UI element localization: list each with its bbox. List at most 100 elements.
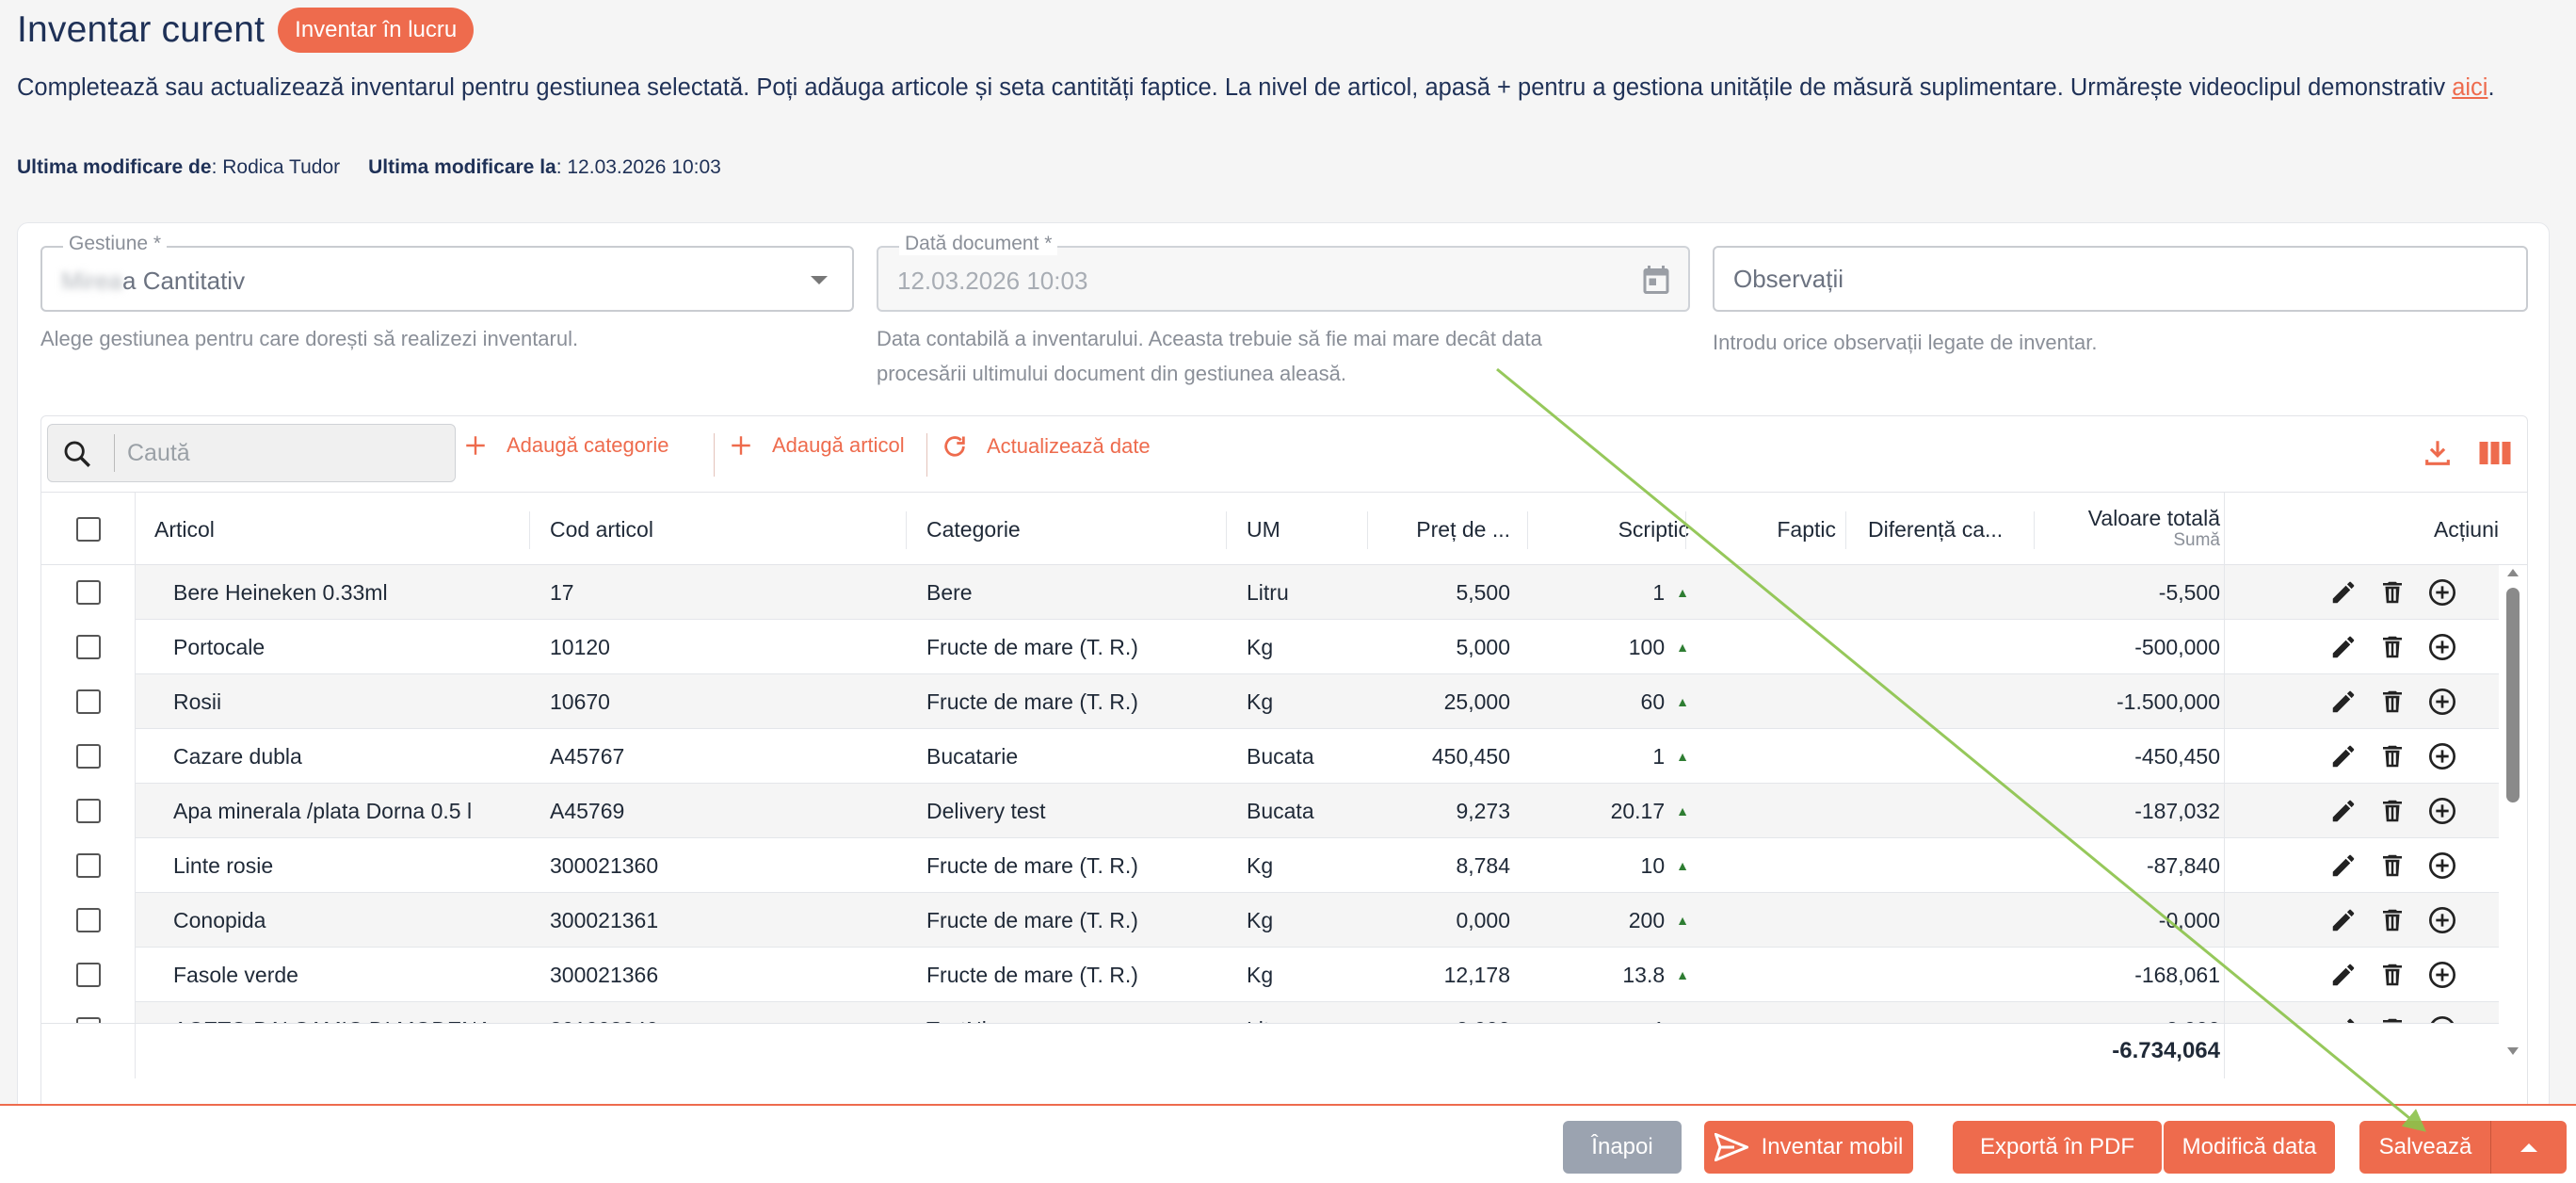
table-row[interactable]: Rosii 10670 Fructe de mare (T. R.) Kg 25,000…	[41, 674, 2499, 729]
column-separator[interactable]	[529, 511, 530, 549]
page-header: Inventar curent Inventar în lucru	[17, 8, 475, 53]
table-row[interactable]: Fasole verde 300021366 Fructe de mare (T. …	[41, 948, 2499, 1002]
edit-icon[interactable]	[2329, 688, 2358, 716]
gestiune-value: Mireaa Cantitativ	[61, 267, 245, 296]
cell-scriptic: 200 ▲	[1538, 893, 1689, 948]
table-row[interactable]: ACETO BALSAMIC DI MODENA 301903240 TestNi L…	[41, 1002, 2499, 1023]
add-circle-icon[interactable]	[2427, 577, 2457, 608]
add-circle-icon[interactable]	[2427, 960, 2457, 990]
save-options-button[interactable]	[2491, 1121, 2567, 1174]
scroll-thumb[interactable]	[2506, 588, 2520, 802]
export-pdf-button[interactable]: Exportă în PDF	[1953, 1121, 2162, 1174]
add-article-button[interactable]: Adaugă articol	[729, 433, 905, 458]
column-separator[interactable]	[906, 511, 907, 549]
vertical-scrollbar[interactable]	[2503, 565, 2523, 1064]
delete-icon[interactable]	[2378, 797, 2407, 825]
header-pret[interactable]: Preț de ...	[1378, 493, 1510, 566]
scroll-down-arrow[interactable]	[2507, 1047, 2519, 1055]
select-all-checkbox[interactable]	[75, 517, 101, 542]
cell-faptic[interactable]	[1699, 620, 1836, 674]
add-circle-icon[interactable]	[2427, 796, 2457, 826]
header-diferenta[interactable]: Diferență ca...	[1868, 493, 2037, 566]
edit-icon[interactable]	[2329, 633, 2358, 661]
column-separator[interactable]	[1367, 511, 1368, 549]
column-separator[interactable]	[1527, 511, 1528, 549]
add-circle-icon[interactable]	[2427, 687, 2457, 717]
column-separator[interactable]	[1685, 511, 1686, 549]
row-checkbox[interactable]	[75, 853, 101, 878]
edit-icon[interactable]	[2329, 851, 2358, 880]
row-checkbox[interactable]	[75, 799, 101, 823]
document-date-field[interactable]: Dată document * 12.03.2026 10:03	[877, 233, 1690, 312]
row-checkbox[interactable]	[75, 744, 101, 769]
row-checkbox[interactable]	[75, 580, 101, 605]
add-circle-icon[interactable]	[2427, 741, 2457, 771]
add-circle-icon[interactable]	[2427, 905, 2457, 935]
save-button[interactable]: Salvează	[2359, 1121, 2491, 1174]
calendar-icon[interactable]	[1639, 263, 1673, 297]
delete-icon[interactable]	[2378, 742, 2407, 770]
document-date-label: Dată document *	[899, 233, 1058, 255]
delete-icon[interactable]	[2378, 1015, 2407, 1023]
gestiune-select[interactable]: Gestiune * Mireaa Cantitativ	[40, 233, 854, 312]
header-scriptic[interactable]: Scriptic	[1538, 493, 1689, 566]
edit-icon[interactable]	[2329, 961, 2358, 989]
table-row[interactable]: Bere Heineken 0.33ml 17 Bere Litru 5,500 1 ▲ -5…	[41, 565, 2499, 620]
refresh-data-button[interactable]: Actualizează date	[942, 433, 1151, 460]
header-valoare-totala[interactable]: Valoare totală Sumă	[2047, 493, 2220, 566]
edit-icon[interactable]	[2329, 578, 2358, 607]
edit-icon[interactable]	[2329, 797, 2358, 825]
cell-faptic[interactable]	[1699, 784, 1836, 838]
modify-date-button[interactable]: Modifică data	[2164, 1121, 2335, 1174]
row-checkbox[interactable]	[75, 963, 101, 987]
edit-icon[interactable]	[2329, 1015, 2358, 1023]
row-checkbox[interactable]	[75, 635, 101, 659]
edit-icon[interactable]	[2329, 906, 2358, 934]
delete-icon[interactable]	[2378, 688, 2407, 716]
search-input[interactable]: Caută	[47, 424, 456, 482]
table-row[interactable]: Cazare dubla A45767 Bucatarie Bucata 450,450…	[41, 729, 2499, 784]
video-link[interactable]: aici	[2452, 74, 2487, 101]
column-separator[interactable]	[1845, 511, 1846, 549]
cell-faptic[interactable]	[1699, 565, 1836, 620]
mobile-inventory-button[interactable]: Inventar mobil	[1704, 1121, 1913, 1174]
column-separator[interactable]	[1226, 511, 1227, 549]
delete-icon[interactable]	[2378, 961, 2407, 989]
columns-icon[interactable]	[2478, 439, 2512, 467]
add-category-button[interactable]: Adaugă categorie	[463, 433, 668, 458]
back-button[interactable]: Înapoi	[1563, 1121, 1682, 1174]
scroll-up-arrow[interactable]	[2507, 569, 2519, 576]
cell-categorie: TestNi	[926, 1002, 1218, 1024]
header-um[interactable]: UM	[1247, 493, 1360, 566]
delete-icon[interactable]	[2378, 906, 2407, 934]
add-circle-icon[interactable]	[2427, 851, 2457, 881]
header-faptic[interactable]: Faptic	[1699, 493, 1836, 566]
edit-icon[interactable]	[2329, 742, 2358, 770]
column-separator[interactable]	[2034, 511, 2035, 549]
cell-faptic[interactable]	[1699, 674, 1836, 729]
cell-faptic[interactable]	[1699, 729, 1836, 784]
header-categorie[interactable]: Categorie	[926, 493, 1228, 566]
cell-pret: 0,000	[1456, 907, 1510, 932]
row-checkbox[interactable]	[75, 908, 101, 932]
cell-faptic[interactable]	[1699, 838, 1836, 893]
add-circle-icon[interactable]	[2427, 1014, 2457, 1023]
cell-faptic[interactable]	[1699, 1002, 1836, 1023]
cell-faptic[interactable]	[1699, 893, 1836, 948]
chevron-down-icon[interactable]	[811, 276, 828, 284]
delete-icon[interactable]	[2378, 578, 2407, 607]
table-row[interactable]: Apa minerala /plata Dorna 0.5 l A45769 Del…	[41, 784, 2499, 838]
header-cod-articol[interactable]: Cod articol	[550, 493, 908, 566]
cell-diferenta	[1868, 674, 2034, 729]
add-circle-icon[interactable]	[2427, 632, 2457, 662]
cell-faptic[interactable]	[1699, 948, 1836, 1002]
observatii-input[interactable]: Observații	[1713, 246, 2528, 312]
delete-icon[interactable]	[2378, 851, 2407, 880]
download-icon[interactable]	[2422, 437, 2454, 469]
header-articol[interactable]: Articol	[154, 493, 418, 566]
table-row[interactable]: Portocale 10120 Fructe de mare (T. R.) Kg 5,…	[41, 620, 2499, 674]
table-row[interactable]: Conopida 300021361 Fructe de mare (T. R.) K…	[41, 893, 2499, 948]
table-row[interactable]: Linte rosie 300021360 Fructe de mare (T. R…	[41, 838, 2499, 893]
delete-icon[interactable]	[2378, 633, 2407, 661]
row-checkbox[interactable]	[75, 689, 101, 714]
